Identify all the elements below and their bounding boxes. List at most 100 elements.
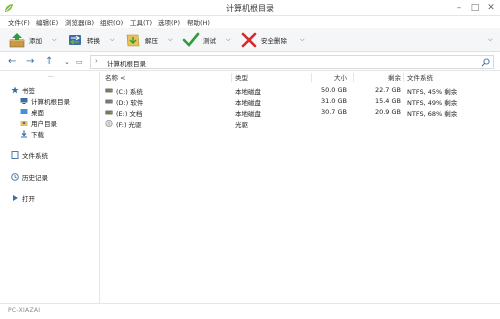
search-icon[interactable] [481, 58, 490, 67]
sidebar-item-downloads[interactable]: 下载 [20, 129, 44, 139]
play-arrow-icon [13, 195, 18, 201]
sidebar-bookmarks[interactable]: 书签 [11, 85, 35, 95]
row-name: (F:) 光驱 [116, 121, 142, 129]
forward-arrow-icon[interactable]: → [26, 56, 34, 68]
sidebar-file-system-label: 文件系统 [22, 152, 48, 160]
row-type: 光驱 [235, 121, 248, 129]
add-dropdown-chevron-icon[interactable]: ⌵ [52, 36, 57, 44]
sidebar-history-label: 历史记录 [22, 174, 48, 182]
close-button[interactable]: ✕ [484, 2, 498, 14]
column-header-type[interactable]: 类型 [235, 72, 248, 83]
navigation-bar: ← → ↑ ⌄ ▭ › 计算机根目录 [0, 53, 500, 71]
column-header-name[interactable]: 名称 < [105, 72, 126, 83]
sidebar-item-label: 用户目录 [31, 120, 57, 128]
column-header-file-system[interactable]: 文件系统 [407, 72, 433, 83]
optical-drive-icon [105, 120, 113, 127]
column-divider[interactable] [353, 73, 354, 82]
desktop-icon [20, 109, 28, 114]
table-row[interactable]: (E:) 文档 本地磁盘 30.7 GB 20.9 GB NTFS, 68% 剩… [101, 107, 500, 118]
row-file-system: NTFS, 68% 剩余 [407, 110, 458, 118]
back-arrow-icon[interactable]: ← [8, 56, 16, 68]
extract-icon [126, 34, 140, 47]
watermark-text: PC-XIAZAI [8, 307, 41, 314]
file-system-icon [11, 151, 19, 159]
minimize-button[interactable]: – [452, 2, 466, 14]
status-bar: PC-XIAZAI [0, 303, 500, 319]
sidebar-item-computer-root[interactable]: 计算机根目录 [20, 96, 70, 106]
row-size: 30.7 GB [320, 108, 347, 116]
sidebar-item-label: 桌面 [31, 109, 44, 117]
table-row[interactable]: (C:) 系统 本地磁盘 50.0 GB 22.7 GB NTFS, 45% 剩… [101, 85, 500, 96]
user-folder-icon [20, 121, 28, 126]
sidebar-history[interactable]: 历史记录 [11, 172, 48, 182]
hdd-icon [105, 99, 113, 104]
file-list: 名称 < 类型 大小 剩余 文件系统 (C:) 系统 本地磁盘 50.0 GB … [101, 72, 500, 303]
sidebar-open[interactable]: 打开 [11, 193, 35, 203]
convert-button[interactable]: 转换 [66, 31, 100, 49]
row-size: 50.0 GB [320, 86, 347, 94]
column-divider[interactable] [311, 73, 312, 82]
address-bar[interactable]: › 计算机根目录 [90, 55, 494, 69]
add-label: 添加 [29, 37, 42, 45]
row-free: 15.4 GB [374, 97, 401, 105]
sidebar-open-label: 打开 [22, 195, 35, 203]
row-name: (D:) 软件 [116, 99, 144, 107]
menu-organize[interactable]: 组织(O) [100, 17, 123, 27]
add-archive-icon [9, 33, 25, 48]
row-size: 31.0 GB [320, 97, 347, 105]
menu-edit[interactable]: 编辑(E) [36, 17, 58, 27]
clock-icon [11, 173, 19, 181]
row-file-system: NTFS, 45% 剩余 [407, 88, 458, 96]
row-type: 本地磁盘 [235, 110, 261, 118]
sidebar-item-label: 下载 [31, 131, 44, 139]
menu-options[interactable]: 选项(P) [158, 17, 180, 27]
convert-dropdown-chevron-icon[interactable]: ⌵ [110, 36, 115, 44]
row-free: 22.7 GB [374, 86, 401, 94]
convert-label: 转换 [87, 37, 100, 45]
table-row[interactable]: (F:) 光驱 光驱 [101, 118, 500, 129]
add-button[interactable]: 添加 [8, 31, 42, 49]
extract-button[interactable]: 解压 [124, 31, 158, 49]
column-divider[interactable] [231, 73, 232, 82]
hdd-icon [105, 88, 113, 93]
computer-icon [20, 98, 28, 104]
row-name: (C:) 系统 [116, 88, 143, 96]
menu-help[interactable]: 帮助(H) [187, 17, 210, 27]
sidebar-item-desktop[interactable]: 桌面 [20, 107, 44, 117]
window-title: 计算机根目录 [226, 4, 274, 13]
breadcrumb-chevron-icon: › [95, 57, 98, 65]
row-type: 本地磁盘 [235, 88, 261, 96]
toolbar-overflow-chevron-icon[interactable]: ⌵ [488, 36, 493, 44]
test-label: 测试 [203, 37, 216, 45]
title-bar: 计算机根目录 – □ ✕ [0, 0, 500, 16]
sidebar-file-system[interactable]: 文件系统 [11, 150, 48, 160]
sidebar-item-user-folder[interactable]: 用户目录 [20, 118, 57, 128]
row-type: 本地磁盘 [235, 99, 261, 107]
up-arrow-icon[interactable]: ↑ [45, 56, 53, 68]
row-name: (E:) 文档 [116, 110, 143, 118]
history-dropdown-chevron-icon[interactable]: ⌄ [64, 56, 70, 68]
secure-delete-dropdown-chevron-icon[interactable]: ⌵ [300, 36, 305, 44]
download-icon [21, 130, 27, 138]
extract-dropdown-chevron-icon[interactable]: ⌵ [168, 36, 173, 44]
address-path: 计算机根目录 [107, 60, 146, 68]
column-header-size[interactable]: 大小 [313, 72, 347, 83]
sidebar: ... 书签 计算机根目录 桌面 用户目录 下载 文件系统 历史记录 打开 [0, 72, 100, 303]
table-row[interactable]: (D:) 软件 本地磁盘 31.0 GB 15.4 GB NTFS, 49% 剩… [101, 96, 500, 107]
computer-location-icon: ▭ [76, 58, 83, 66]
test-dropdown-chevron-icon[interactable]: ⌵ [226, 36, 231, 44]
menu-tools[interactable]: 工具(T) [130, 17, 152, 27]
test-button[interactable]: 测试 [182, 31, 216, 49]
checkmark-icon [182, 32, 200, 47]
sidebar-bookmarks-label: 书签 [22, 87, 35, 95]
secure-delete-button[interactable]: 安全删除 [240, 31, 287, 49]
menu-file[interactable]: 文件(F) [8, 17, 30, 27]
sidebar-item-label: 计算机根目录 [31, 98, 70, 106]
sidebar-more-dots[interactable]: ... [48, 72, 54, 79]
menu-browser[interactable]: 浏览器(B) [65, 17, 94, 27]
maximize-button[interactable]: □ [468, 2, 482, 14]
column-header-free[interactable]: 剩余 [357, 72, 401, 83]
secure-delete-label: 安全删除 [261, 37, 287, 45]
convert-icon [69, 35, 81, 45]
column-divider[interactable] [403, 73, 404, 82]
